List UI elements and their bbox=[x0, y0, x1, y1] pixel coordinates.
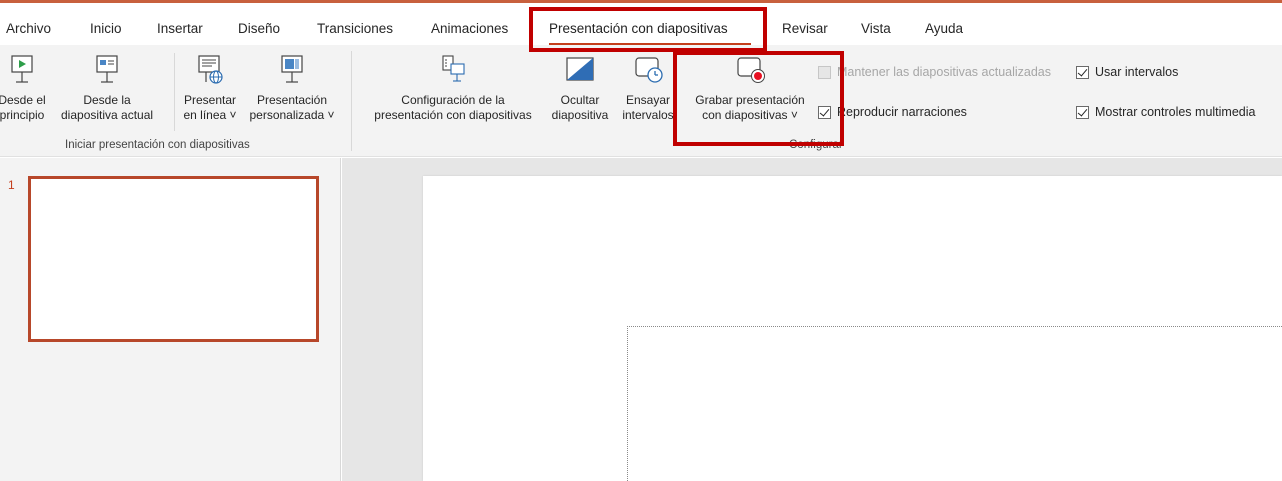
play-narrations-checkbox[interactable]: Reproducir narraciones bbox=[818, 105, 967, 119]
checkbox-box bbox=[818, 65, 831, 79]
checkbox-box bbox=[1076, 105, 1089, 119]
from-current-slide-button[interactable]: Desde la diapositiva actual bbox=[61, 53, 153, 123]
tab-diseno[interactable]: Diseño bbox=[238, 21, 280, 36]
ribbon-tab-bar: Archivo Inicio Insertar Diseño Transicio… bbox=[0, 3, 1282, 46]
ribbon-separator bbox=[174, 53, 175, 131]
group-separator bbox=[351, 51, 352, 151]
group-label-setup: Configurar bbox=[789, 139, 843, 151]
tab-insertar[interactable]: Insertar bbox=[157, 21, 203, 36]
tab-archivo[interactable]: Archivo bbox=[6, 21, 51, 36]
checkbox-box bbox=[1076, 65, 1089, 79]
tab-transiciones[interactable]: Transiciones bbox=[317, 21, 393, 36]
tab-vista[interactable]: Vista bbox=[861, 21, 891, 36]
powerpoint-window: Archivo Inicio Insertar Diseño Transicio… bbox=[0, 0, 1282, 481]
rehearse-timings-icon bbox=[635, 57, 663, 83]
tab-revisar[interactable]: Revisar bbox=[782, 21, 828, 36]
from-beginning-button[interactable]: Desde el principio bbox=[0, 53, 62, 123]
hide-slide-button[interactable]: Ocultar diapositiva bbox=[545, 53, 615, 123]
content-placeholder[interactable] bbox=[627, 326, 1282, 481]
rehearse-timings-button[interactable]: Ensayar intervalos bbox=[619, 53, 677, 123]
present-online-icon bbox=[198, 55, 223, 84]
hide-slide-icon bbox=[566, 57, 594, 81]
play-from-current-icon bbox=[96, 55, 118, 83]
checkbox-box bbox=[818, 105, 831, 119]
slide-number: 1 bbox=[8, 178, 15, 192]
record-icon bbox=[737, 57, 765, 83]
keep-slides-updated-checkbox[interactable]: Mantener las diapositivas actualizadas bbox=[818, 65, 1051, 79]
present-online-button[interactable]: Presentar en línea ˅ bbox=[180, 53, 240, 123]
play-from-start-icon bbox=[11, 55, 33, 83]
custom-slide-show-button[interactable]: Presentación personalizada ˅ bbox=[244, 53, 340, 123]
record-slide-show-button[interactable]: Grabar presentación con diapositivas ˅ bbox=[686, 53, 814, 123]
ribbon: Desde el principio Desde la diapositiva … bbox=[0, 45, 1282, 157]
tab-presentacion-con-diapositivas[interactable]: Presentación con diapositivas bbox=[549, 21, 728, 36]
group-label-start-show: Iniciar presentación con diapositivas bbox=[65, 139, 250, 151]
use-timings-checkbox[interactable]: Usar intervalos bbox=[1076, 65, 1178, 79]
custom-show-icon bbox=[281, 55, 303, 83]
show-media-controls-checkbox[interactable]: Mostrar controles multimedia bbox=[1076, 105, 1255, 119]
slide-thumbnail[interactable] bbox=[28, 176, 319, 342]
set-up-slide-show-button[interactable]: Configuración de la presentación con dia… bbox=[362, 53, 544, 123]
tab-animaciones[interactable]: Animaciones bbox=[431, 21, 508, 36]
tab-ayuda[interactable]: Ayuda bbox=[925, 21, 963, 36]
setup-show-icon bbox=[442, 55, 465, 82]
tab-inicio[interactable]: Inicio bbox=[90, 21, 122, 36]
